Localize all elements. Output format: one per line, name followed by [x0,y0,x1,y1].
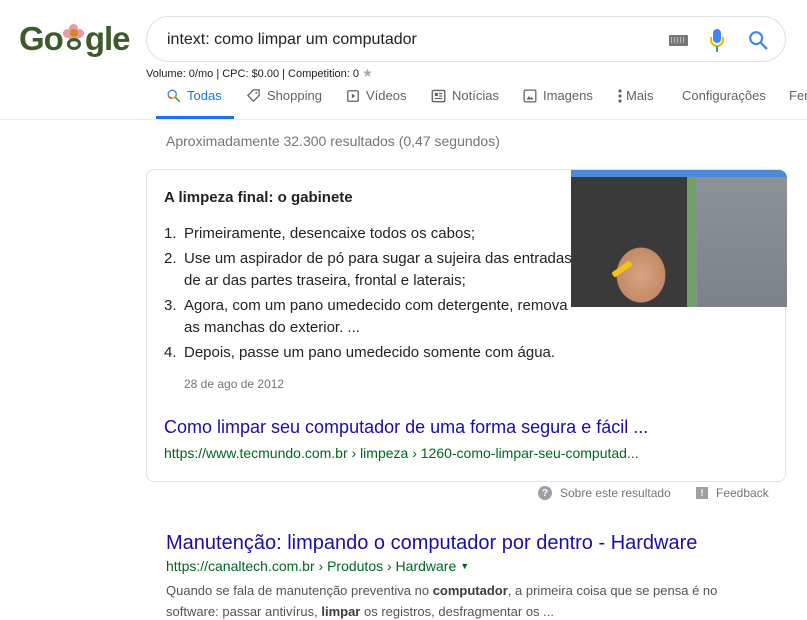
snippet-image[interactable] [571,170,787,307]
more-vert-icon [618,88,622,103]
search-tabs: Todas Shopping Vídeos Notícias Imagens M… [0,78,807,120]
news-icon [431,89,446,102]
tab-label: Fer [789,88,807,103]
tag-icon [246,89,260,103]
tab-shopping[interactable]: Shopping [246,88,322,103]
snippet-title: A limpeza final: o gabinete [164,189,353,206]
image-case-panel [697,177,787,307]
tab-label: Imagens [543,88,593,103]
result-title-link[interactable]: Manutenção: limpando o computador por de… [166,532,697,555]
item-text: Use um aspirador de pó para sugar a suje… [184,250,572,289]
feedback-icon: ! [696,487,708,499]
search-box [146,16,786,62]
featured-snippet: A limpeza final: o gabinete 1. Primeirame… [146,169,787,482]
active-tab-indicator [156,116,234,119]
about-result-label: Sobre este resultado [560,486,671,500]
logo-text-left: Go [19,20,64,57]
snippet-list-item: 3. Agora, com um pano umedecido com deter… [164,295,584,339]
tab-videos[interactable]: Vídeos [346,88,406,103]
tab-label: Vídeos [366,88,407,103]
item-number: 1. [164,225,177,242]
snippet-date: 28 de ago de 2012 [184,377,285,391]
microphone-icon[interactable] [710,29,724,53]
result-description: Quando se fala de manutenção preventiva … [166,580,766,620]
tab-label: Shopping [267,88,322,103]
help-icon: ? [538,486,552,500]
search-input[interactable] [167,27,647,53]
image-screwdriver [611,260,633,278]
search-icon[interactable] [747,29,769,51]
logo-text-right: gle [84,20,131,57]
image-icon [523,89,537,102]
snippet-list-item: 2. Use um aspirador de pó para sugar a su… [164,248,584,292]
tab-label: Todas [187,88,222,103]
feedback-button[interactable]: ! Feedback [696,486,769,500]
snippet-result-link[interactable]: Como limpar seu computador de uma forma … [164,417,648,438]
result-url: https://canaltech.com.br › Produtos › Ha… [166,558,469,574]
flower-doodle-icon [62,24,85,52]
keyboard-icon[interactable] [669,35,688,46]
tab-mais[interactable]: Mais [618,88,653,103]
tab-imagens[interactable]: Imagens [523,88,593,103]
snippet-list-item: 1. Primeiramente, desencaixe todos os cab… [164,223,584,245]
feedback-label: Feedback [716,486,769,500]
google-logo[interactable]: Go gle [19,20,131,58]
desc-text: Quando se fala de manutenção preventiva … [166,583,433,598]
search-icon [167,89,180,102]
item-text: Agora, com um pano umedecido com deterge… [184,297,568,336]
result-url-text: https://canaltech.com.br › Produtos › Ha… [166,558,457,574]
desc-highlight: computador [432,583,508,598]
tab-noticias[interactable]: Notícias [431,88,499,103]
tab-configuracoes[interactable]: Configurações [682,88,766,103]
snippet-list-item: 4. Depois, passe um pano umedecido soment… [164,342,584,364]
tab-ferramentas[interactable]: Fer [789,88,807,103]
play-icon [347,89,359,102]
image-top-bar [571,170,787,177]
tab-label: Mais [626,88,654,103]
item-text: Primeiramente, desencaixe todos os cabos… [184,225,475,242]
result-stats: Aproximadamente 32.300 resultados (0,47 … [166,133,500,149]
snippet-result-url: https://www.tecmundo.com.br › limpeza › … [164,445,639,461]
item-number: 2. [164,250,177,267]
desc-text: os registros, desfragmentar os ... [360,604,554,619]
item-number: 3. [164,297,177,314]
desc-highlight: limpar [321,604,361,619]
tab-label: Configurações [682,88,766,103]
item-number: 4. [164,344,177,361]
item-text: Depois, passe um pano umedecido somente … [184,344,556,361]
snippet-list: 1. Primeiramente, desencaixe todos os cab… [164,223,584,367]
caret-down-icon[interactable]: ▼ [460,561,469,571]
about-result-button[interactable]: ? Sobre este resultado [538,486,671,500]
tab-todas[interactable]: Todas [166,88,222,103]
tab-label: Notícias [452,88,499,103]
